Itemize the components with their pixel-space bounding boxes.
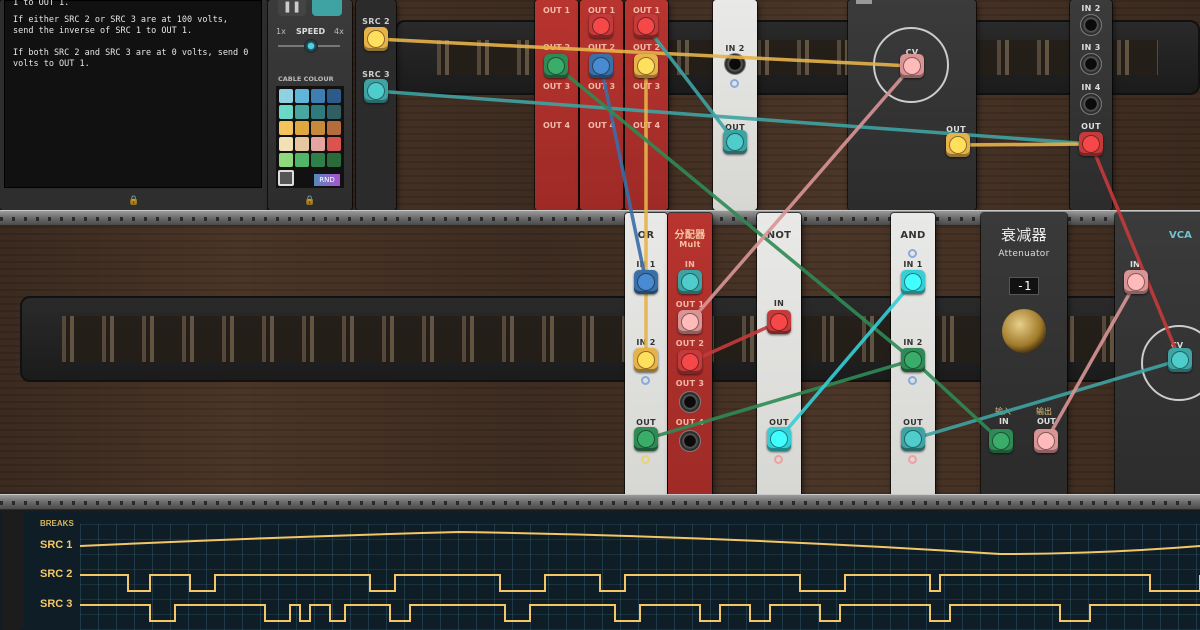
cable-blue[interactable]	[599, 64, 648, 284]
c-out2-plug[interactable]	[634, 54, 658, 78]
and-in2-plug[interactable]	[901, 348, 925, 372]
cable-pink[interactable]	[1044, 280, 1138, 443]
trace-src3	[80, 604, 1200, 622]
src2-plug[interactable]	[364, 27, 388, 51]
and-out-plug[interactable]	[901, 427, 925, 451]
mult-in-plug[interactable]	[678, 270, 702, 294]
cable-yellow[interactable]	[956, 142, 1093, 147]
not-in-plug[interactable]	[767, 310, 791, 334]
cable-teal[interactable]	[911, 358, 1182, 441]
logic-top-out-plug[interactable]	[723, 130, 747, 154]
trace-src1	[79, 530, 1200, 556]
or-out-plug[interactable]	[634, 427, 658, 451]
and-in1-plug[interactable]	[901, 270, 925, 294]
cv-top-cv-plug[interactable]	[900, 54, 924, 78]
b-out1-plug[interactable]	[589, 14, 613, 38]
cable-red[interactable]	[1089, 142, 1182, 362]
not-out-plug[interactable]	[767, 427, 791, 451]
right-out-plug[interactable]	[1079, 132, 1103, 156]
cable-red[interactable]	[688, 320, 781, 364]
trace-waveforms	[79, 530, 1200, 622]
cable-pink[interactable]	[688, 64, 914, 324]
att-out-plug[interactable]	[1034, 429, 1058, 453]
cv-top-out-plug[interactable]	[946, 133, 970, 157]
or-in1-plug[interactable]	[634, 270, 658, 294]
mult-out2-plug[interactable]	[678, 350, 702, 374]
cable-green[interactable]	[911, 358, 1003, 443]
c-out1-plug[interactable]	[634, 14, 658, 38]
vca-in-plug[interactable]	[1124, 270, 1148, 294]
cable-green[interactable]	[554, 64, 915, 362]
trace-src2	[80, 574, 1200, 592]
src3-plug[interactable]	[364, 79, 388, 103]
cable-teal[interactable]	[644, 24, 737, 144]
vca-cv-plug[interactable]	[1168, 348, 1192, 372]
mult-out1-plug[interactable]	[678, 310, 702, 334]
or-in2-plug[interactable]	[634, 348, 658, 372]
a-out2-plug[interactable]	[544, 54, 568, 78]
att-in-plug[interactable]	[989, 429, 1013, 453]
b-out2-plug[interactable]	[589, 54, 613, 78]
